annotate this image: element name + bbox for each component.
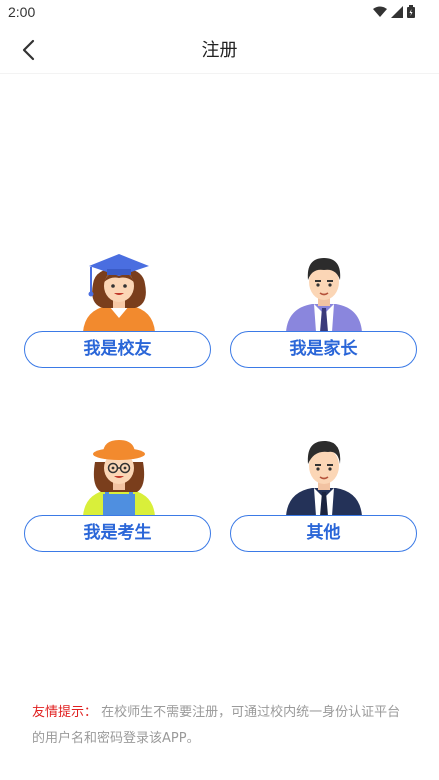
other-avatar-icon	[286, 440, 362, 516]
registration-tip: 友情提示： 在校师生不需要注册，可通过校内统一身份认证平台的用户名和密码登录该A…	[32, 700, 407, 752]
graduate-avatar-icon	[83, 254, 155, 332]
student-avatar-icon	[83, 440, 155, 516]
status-icons	[373, 5, 415, 18]
candidate-button[interactable]: 我是考生	[24, 515, 211, 552]
wifi-icon	[373, 6, 387, 17]
alumni-button[interactable]: 我是校友	[24, 331, 211, 368]
nav-bar: 注册	[0, 24, 439, 74]
battery-icon	[407, 5, 415, 18]
parent-avatar-icon	[286, 258, 362, 332]
parent-button[interactable]: 我是家长	[230, 331, 417, 368]
page-title: 注册	[201, 40, 238, 61]
status-bar: 2:00	[0, 0, 439, 24]
signal-icon	[391, 5, 403, 18]
tip-label: 友情提示：	[32, 705, 98, 720]
other-button[interactable]: 其他	[230, 515, 417, 552]
status-time: 2:00	[8, 4, 36, 20]
